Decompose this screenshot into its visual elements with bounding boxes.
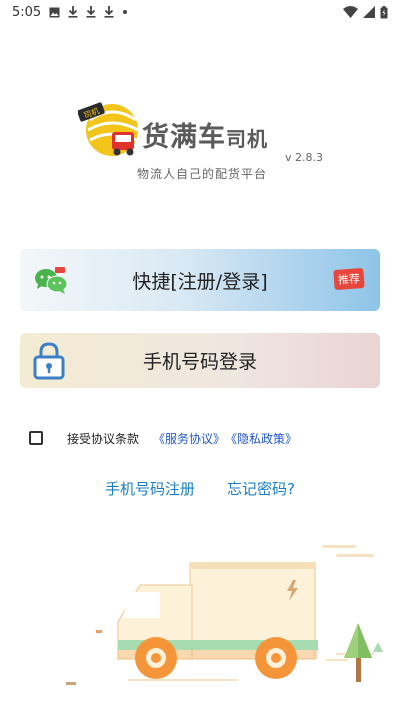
dot-icon [123,10,128,14]
signal-icon [363,6,375,18]
brand-title: 货满车司机 [142,115,268,154]
agreement-text: 接受协议条款 [67,431,140,446]
phone-login-button[interactable]: 手机号码登录 [20,333,380,388]
brand-name: 货满车 [142,122,226,153]
brand-header: 司机 货满车司机 v 2.8.3 物流人自己的配货平台 [0,95,400,190]
recommend-badge: 推荐 [333,267,365,291]
image-icon [49,7,60,17]
privacy-policy-link[interactable]: 《隐私政策》 [225,430,297,447]
brand-slogan: 物流人自己的配货平台 [136,167,267,181]
battery-icon [380,5,388,18]
brand-suffix: 司机 [226,127,268,151]
download-icon [68,6,78,18]
status-right [343,5,388,19]
wechat-icon [35,267,68,294]
lock-icon [33,342,65,380]
forgot-password-link[interactable]: 忘记密码? [227,478,295,499]
download-icon [86,6,96,18]
status-left: 5:05 [12,5,128,20]
phone-register-link[interactable]: 手机号码注册 [105,478,195,499]
account-links: 手机号码注册 忘记密码? [0,478,400,499]
service-agreement-link[interactable]: 《服务协议》 [153,430,225,447]
wifi-icon [343,6,358,18]
quick-login-button[interactable]: 快捷[注册/登录] 推荐 [20,249,380,311]
status-time: 5:05 [12,4,42,20]
phone-login-label: 手机号码登录 [142,351,257,373]
truck-illustration [66,545,383,685]
download-icon [104,6,114,18]
status-bar: 5:05 [0,0,400,24]
app-version: v 2.8.3 [285,151,323,164]
truck-logo-icon: 司机 [78,102,139,156]
agreement-checkbox[interactable] [29,431,43,445]
quick-login-label: 快捷[注册/登录] [132,270,268,293]
agreement-row: 接受协议条款 《服务协议》 《隐私政策》 [29,428,297,448]
